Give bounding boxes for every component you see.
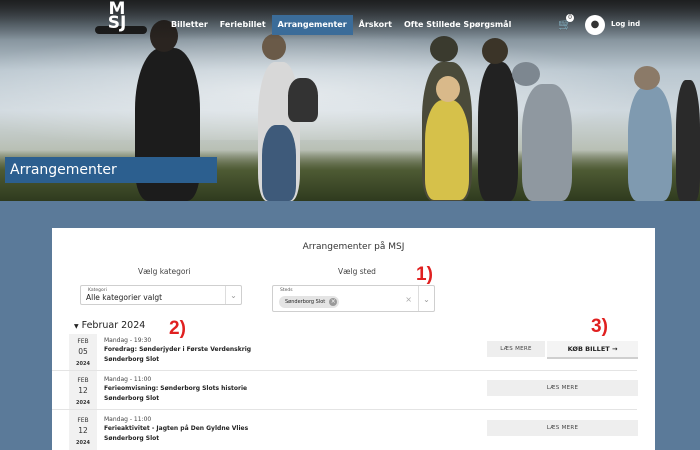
hero-person (262, 125, 296, 201)
event-year: 2024 (76, 361, 90, 367)
caret-down-icon: ▼ (74, 323, 79, 330)
event-title[interactable]: Ferieomvisning: Sønderborg Slots histori… (104, 385, 247, 392)
nav-links: Billetter Feriebillet Arrangementer Årsk… (165, 15, 517, 35)
buy-ticket-button[interactable]: KØB BILLET → (547, 341, 638, 359)
event-row: FEB 12 2024 Mandag - 11:00 Ferieomvisnin… (69, 373, 638, 413)
event-place: Sønderborg Slot (104, 356, 160, 363)
events-panel: Arrangementer på MSJ Vælg kategori Kateg… (52, 228, 655, 450)
hero-person-head (436, 76, 460, 102)
event-month: FEB (77, 338, 89, 345)
hero-person (425, 100, 469, 200)
event-date: FEB 12 2024 (69, 413, 97, 450)
hero-person (478, 62, 518, 201)
cart-count-badge: 0 (566, 14, 574, 22)
event-day: 12 (78, 426, 88, 435)
logo-letters-bottom: SJ (107, 13, 127, 33)
place-chip-label: Sønderborg Slot (285, 299, 326, 305)
category-select-value: Alle kategorier valgt (86, 293, 163, 302)
hero-person (676, 80, 700, 201)
chip-remove-icon[interactable]: × (329, 298, 338, 306)
nav-link-feriebillet[interactable]: Feriebillet (214, 15, 272, 35)
nav-link-arrangementer[interactable]: Arrangementer (271, 15, 353, 35)
event-day: 12 (78, 386, 88, 395)
place-chip[interactable]: Sønderborg Slot × (279, 296, 340, 308)
page-title: Arrangementer (5, 157, 217, 183)
event-day: 05 (78, 347, 88, 356)
chevron-down-icon[interactable]: ⌄ (418, 286, 434, 311)
user-icon[interactable]: ● (585, 15, 605, 35)
place-filter-label: Vælg sted (338, 267, 376, 276)
read-more-button[interactable]: LÆS MERE (487, 420, 638, 436)
event-row: FEB 12 2024 Mandag - 11:00 Ferieaktivite… (69, 413, 638, 450)
panel-title: Arrangementer på MSJ (302, 242, 405, 252)
category-select[interactable]: Kategori Alle kategorier valgt ⌄ (80, 285, 242, 305)
hero-person (522, 84, 572, 201)
nav-link-billetter[interactable]: Billetter (165, 15, 214, 35)
category-filter-label: Vælg kategori (138, 267, 191, 276)
event-time: Mandag - 11:00 (104, 416, 152, 423)
hero-person-head (634, 66, 660, 90)
month-label: Februar 2024 (81, 320, 146, 331)
event-date: FEB 05 2024 (69, 334, 97, 374)
event-place: Sønderborg Slot (104, 435, 160, 442)
nav-link-aarskort[interactable]: Årskort (353, 15, 398, 35)
login-link[interactable]: Log ind (611, 20, 640, 28)
event-year: 2024 (76, 440, 90, 446)
clear-icon[interactable]: × (405, 295, 412, 304)
hero-person-head (512, 62, 540, 86)
hero-person (628, 86, 672, 201)
event-date: FEB 12 2024 (69, 373, 97, 413)
event-month: FEB (77, 377, 89, 384)
read-more-button[interactable]: LÆS MERE (487, 341, 545, 357)
event-title[interactable]: Foredrag: Sønderjyder i Første Verdenskr… (104, 346, 251, 353)
hero-person (288, 78, 318, 122)
annotation-1: 1) (416, 264, 433, 285)
top-navigation: M SJ Billetter Feriebillet Arrangementer… (0, 0, 700, 48)
event-title[interactable]: Ferieaktivitet - Jagten på Den Gyldne Vl… (104, 425, 248, 432)
event-place: Sønderborg Slot (104, 395, 160, 402)
place-select[interactable]: Steds Sønderborg Slot × × ⌄ (272, 285, 435, 312)
arrow-right-icon: → (611, 345, 618, 353)
chevron-down-icon[interactable]: ⌄ (225, 286, 241, 304)
place-field-label: Steds (280, 288, 293, 293)
divider (52, 370, 637, 371)
month-heading[interactable]: ▼ Februar 2024 (74, 320, 145, 331)
nav-link-faq[interactable]: Ofte Stillede Spørgsmål (398, 15, 517, 35)
event-month: FEB (77, 417, 89, 424)
event-year: 2024 (76, 400, 90, 406)
msj-logo[interactable]: M SJ (103, 1, 131, 46)
event-row: FEB 05 2024 Mandag - 19:30 Foredrag: Søn… (69, 334, 638, 374)
event-time: Mandag - 11:00 (104, 376, 152, 383)
event-time: Mandag - 19:30 (104, 337, 152, 344)
read-more-button[interactable]: LÆS MERE (487, 380, 638, 396)
divider (52, 409, 637, 410)
buy-ticket-label: KØB BILLET (567, 345, 610, 353)
